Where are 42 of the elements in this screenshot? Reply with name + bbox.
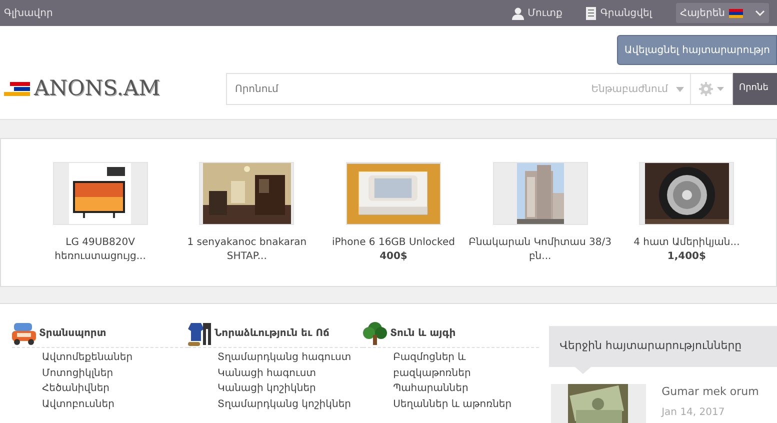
category-link[interactable]: Հեծանիվներ (42, 381, 188, 396)
logo-flag-icon (4, 82, 30, 96)
listing-title[interactable]: Gumar mek orum (662, 384, 759, 400)
category-title[interactable]: Նորաձևություն եւ Ոճ (214, 326, 330, 341)
caret-icon (676, 86, 684, 92)
category-link[interactable]: Մոտոցիկլներ (42, 366, 188, 381)
product-title[interactable]: iPhone 6 16GB Unlocked (320, 236, 467, 250)
latest-heading-text: Վերջին հայտարարությունները (560, 338, 742, 354)
user-icon (512, 6, 524, 20)
product-title[interactable]: Բնակարան Կոմիտաս 38/3 բն... (466, 236, 614, 263)
language-dropdown[interactable]: Հայերեն (676, 3, 769, 23)
category-placeholder: Ենթաբաժնում (591, 82, 668, 96)
category-link[interactable]: Կանացի կոշիկներ (218, 381, 364, 396)
category-link[interactable]: Կանացի հագուստ (218, 366, 364, 381)
category-link[interactable]: Բազմոցներ և բազկաթոռներ (393, 350, 539, 381)
document-icon (586, 6, 596, 20)
settings-icon (699, 82, 713, 96)
login-link[interactable]: Մուտք (512, 6, 562, 20)
category-link[interactable]: Պահարաններ (393, 381, 539, 396)
search-button[interactable]: Որոնե (733, 73, 777, 105)
category-title[interactable]: Տուն և այգի (390, 326, 456, 341)
car-icon (12, 321, 36, 346)
product-title[interactable]: 4 հատ Ամերիկյան... (613, 236, 760, 250)
caret-icon (717, 87, 724, 91)
product-price: 400$ (378, 250, 408, 263)
product-title[interactable]: LG 49UB820V հեռուստացույց... (27, 236, 174, 263)
product-title[interactable]: 1 senyakanoc bnakaran SHTAP... (174, 236, 320, 263)
caret-icon (755, 10, 765, 16)
category-link[interactable]: Սեղաններ և աթոռներ (393, 396, 539, 412)
category-title[interactable]: Տրանսպորտ (39, 326, 106, 341)
home-link[interactable]: Գլխավոր (0, 6, 53, 20)
tree-icon (363, 321, 388, 346)
category-link[interactable]: Տղամարդկանց հագուստ (218, 350, 364, 366)
logo[interactable]: ANONS.AM (34, 73, 160, 105)
clothes-icon (188, 321, 212, 346)
category-link[interactable]: Տղամարդկանց կոշիկներ (218, 396, 364, 412)
product-price: 1,400$ (666, 250, 707, 263)
flag-icon (729, 8, 743, 18)
category-link[interactable]: Ավտոմեքենաներ (42, 350, 188, 366)
register-link[interactable]: Գրանցվել (586, 6, 652, 20)
category-link[interactable]: Ավտոբուսներ (42, 396, 188, 412)
listing-date: Jan 14, 2017 (662, 406, 726, 420)
